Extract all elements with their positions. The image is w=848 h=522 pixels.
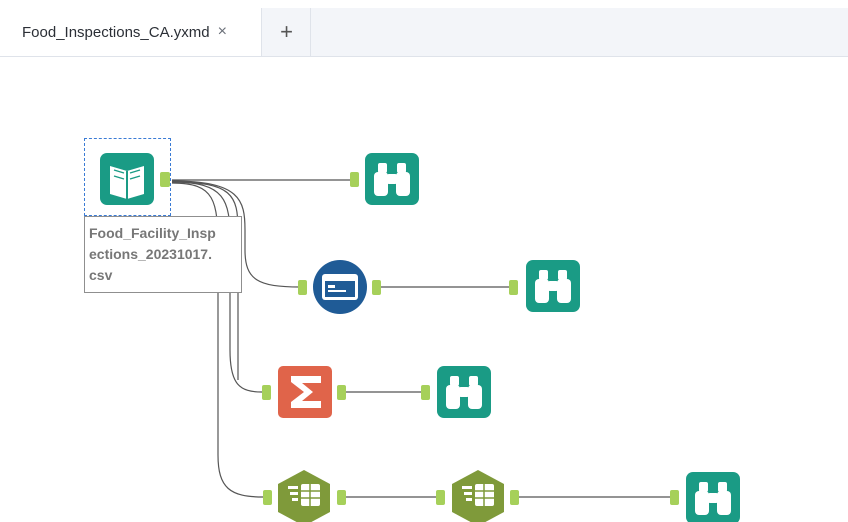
input-tool-selection[interactable] (84, 138, 171, 216)
input-label-line-2: ections_20231017. (89, 246, 212, 262)
filter-1-input-anchor (263, 490, 272, 505)
browse-tool-1[interactable] (350, 153, 419, 205)
filter-2-output-anchor (510, 490, 519, 505)
select-input-anchor (298, 280, 307, 295)
input-label-line-1: Food_Facility_Insp (89, 225, 216, 241)
filter-2-input-anchor (436, 490, 445, 505)
browse-1-input-anchor (350, 172, 359, 187)
select-output-anchor (372, 280, 381, 295)
filter-1-output-anchor (337, 490, 346, 505)
select-records-tool[interactable] (298, 260, 381, 314)
filter-tool-2[interactable] (436, 470, 519, 522)
browse-tool-3[interactable] (421, 366, 491, 418)
browse-2-input-anchor (509, 280, 518, 295)
summarize-tool[interactable] (262, 366, 346, 418)
input-label-line-3: csv (89, 267, 113, 283)
summarize-output-anchor (337, 385, 346, 400)
filter-tool-1[interactable] (263, 470, 346, 522)
browse-3-input-anchor (421, 385, 430, 400)
input-tool-label: Food_Facility_Insp ections_20231017. csv (84, 216, 242, 293)
browse-4-input-anchor (670, 490, 679, 505)
browse-tool-2[interactable] (509, 260, 580, 312)
browse-tool-4[interactable] (670, 472, 740, 522)
workflow-canvas[interactable]: Food_Facility_Insp ections_20231017. csv (0, 0, 848, 522)
summarize-input-anchor (262, 385, 271, 400)
